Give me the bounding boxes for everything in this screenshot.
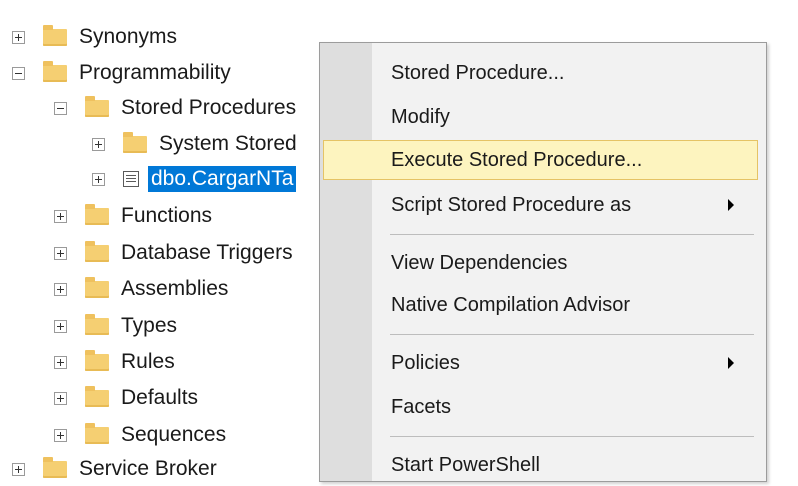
- submenu-arrow-icon: [728, 199, 734, 211]
- expand-icon[interactable]: [54, 246, 67, 260]
- stored-procedure-icon: [123, 171, 139, 187]
- menu-separator: [390, 334, 754, 335]
- folder-icon: [85, 349, 109, 371]
- context-menu: Stored Procedure... Modify Execute Store…: [319, 42, 767, 482]
- menu-item-policies[interactable]: Policies: [323, 343, 758, 383]
- menu-item-execute-stored-procedure[interactable]: Execute Stored Procedure...: [323, 140, 758, 180]
- tree-node-label: Service Broker: [79, 457, 217, 480]
- tree-node-database-triggers[interactable]: Database Triggers: [54, 236, 293, 270]
- folder-icon: [43, 456, 67, 478]
- tree-node-assemblies[interactable]: Assemblies: [54, 272, 228, 306]
- tree-node-label: Programmability: [79, 61, 231, 84]
- menu-item-start-powershell[interactable]: Start PowerShell: [323, 445, 758, 485]
- expand-icon[interactable]: [54, 319, 67, 333]
- tree-node-label: Sequences: [121, 423, 227, 446]
- tree-node-label-selected: dbo.CargarNTa: [148, 166, 297, 192]
- folder-icon: [85, 422, 109, 444]
- tree-node-label: Assemblies: [121, 277, 229, 300]
- tree-node-stored-procedures[interactable]: Stored Procedures: [54, 91, 296, 125]
- menu-item-label: Execute Stored Procedure...: [391, 148, 643, 171]
- folder-icon: [85, 276, 109, 298]
- folder-icon: [85, 203, 109, 225]
- tree-node-label: Database Triggers: [121, 241, 293, 264]
- tree-node-label: Defaults: [121, 386, 199, 409]
- tree-node-label: Functions: [121, 204, 213, 227]
- tree-node-label: Types: [121, 314, 178, 337]
- expand-icon[interactable]: [54, 282, 67, 296]
- expand-icon[interactable]: [12, 462, 25, 476]
- menu-item-label: Native Compilation Advisor: [391, 293, 630, 316]
- tree-node-sequences[interactable]: Sequences: [54, 418, 226, 452]
- tree-node-label: System Stored: [159, 132, 297, 155]
- expand-icon[interactable]: [92, 172, 105, 186]
- menu-item-new-stored-procedure[interactable]: Stored Procedure...: [323, 53, 758, 93]
- tree-node-rules[interactable]: Rules: [54, 345, 175, 379]
- collapse-icon[interactable]: [12, 66, 25, 80]
- menu-item-native-compilation-advisor[interactable]: Native Compilation Advisor: [323, 285, 758, 325]
- expand-icon[interactable]: [54, 355, 67, 369]
- tree-node-label: Synonyms: [79, 25, 178, 48]
- menu-item-label: Facets: [391, 395, 452, 418]
- tree-node-service-broker[interactable]: Service Broker: [12, 452, 217, 486]
- tree-node-types[interactable]: Types: [54, 309, 177, 343]
- menu-item-modify[interactable]: Modify: [323, 97, 758, 137]
- tree-node-dbo-cargarnta[interactable]: dbo.CargarNTa: [92, 162, 297, 196]
- folder-icon: [43, 24, 67, 46]
- expand-icon[interactable]: [54, 209, 67, 223]
- folder-icon: [85, 240, 109, 262]
- folder-icon: [85, 313, 109, 335]
- menu-item-view-dependencies[interactable]: View Dependencies: [323, 243, 758, 283]
- tree-node-label: Rules: [121, 350, 175, 373]
- menu-item-label: Stored Procedure...: [391, 61, 565, 84]
- menu-separator: [390, 436, 754, 437]
- menu-item-script-stored-procedure-as[interactable]: Script Stored Procedure as: [323, 185, 758, 225]
- expand-icon[interactable]: [54, 391, 67, 405]
- tree-node-programmability[interactable]: Programmability: [12, 56, 231, 90]
- expand-icon[interactable]: [54, 428, 67, 442]
- menu-item-label: Policies: [391, 351, 460, 374]
- tree-node-system-stored-procedures[interactable]: System Stored: [92, 127, 297, 161]
- tree-node-label: Stored Procedures: [121, 96, 297, 119]
- folder-icon: [85, 95, 109, 117]
- menu-item-label: Start PowerShell: [391, 453, 540, 476]
- folder-icon: [43, 60, 67, 82]
- tree-node-functions[interactable]: Functions: [54, 199, 212, 233]
- expand-icon[interactable]: [12, 30, 25, 44]
- menu-item-facets[interactable]: Facets: [323, 387, 758, 427]
- collapse-icon[interactable]: [54, 101, 67, 115]
- menu-item-label: View Dependencies: [391, 251, 568, 274]
- menu-separator: [390, 234, 754, 235]
- tree-node-synonyms[interactable]: Synonyms: [12, 20, 177, 54]
- folder-icon: [123, 131, 147, 153]
- menu-item-label: Script Stored Procedure as: [391, 193, 632, 216]
- menu-item-label: Modify: [391, 105, 450, 128]
- expand-icon[interactable]: [92, 137, 105, 151]
- tree-node-defaults[interactable]: Defaults: [54, 381, 198, 415]
- folder-icon: [85, 385, 109, 407]
- submenu-arrow-icon: [728, 357, 734, 369]
